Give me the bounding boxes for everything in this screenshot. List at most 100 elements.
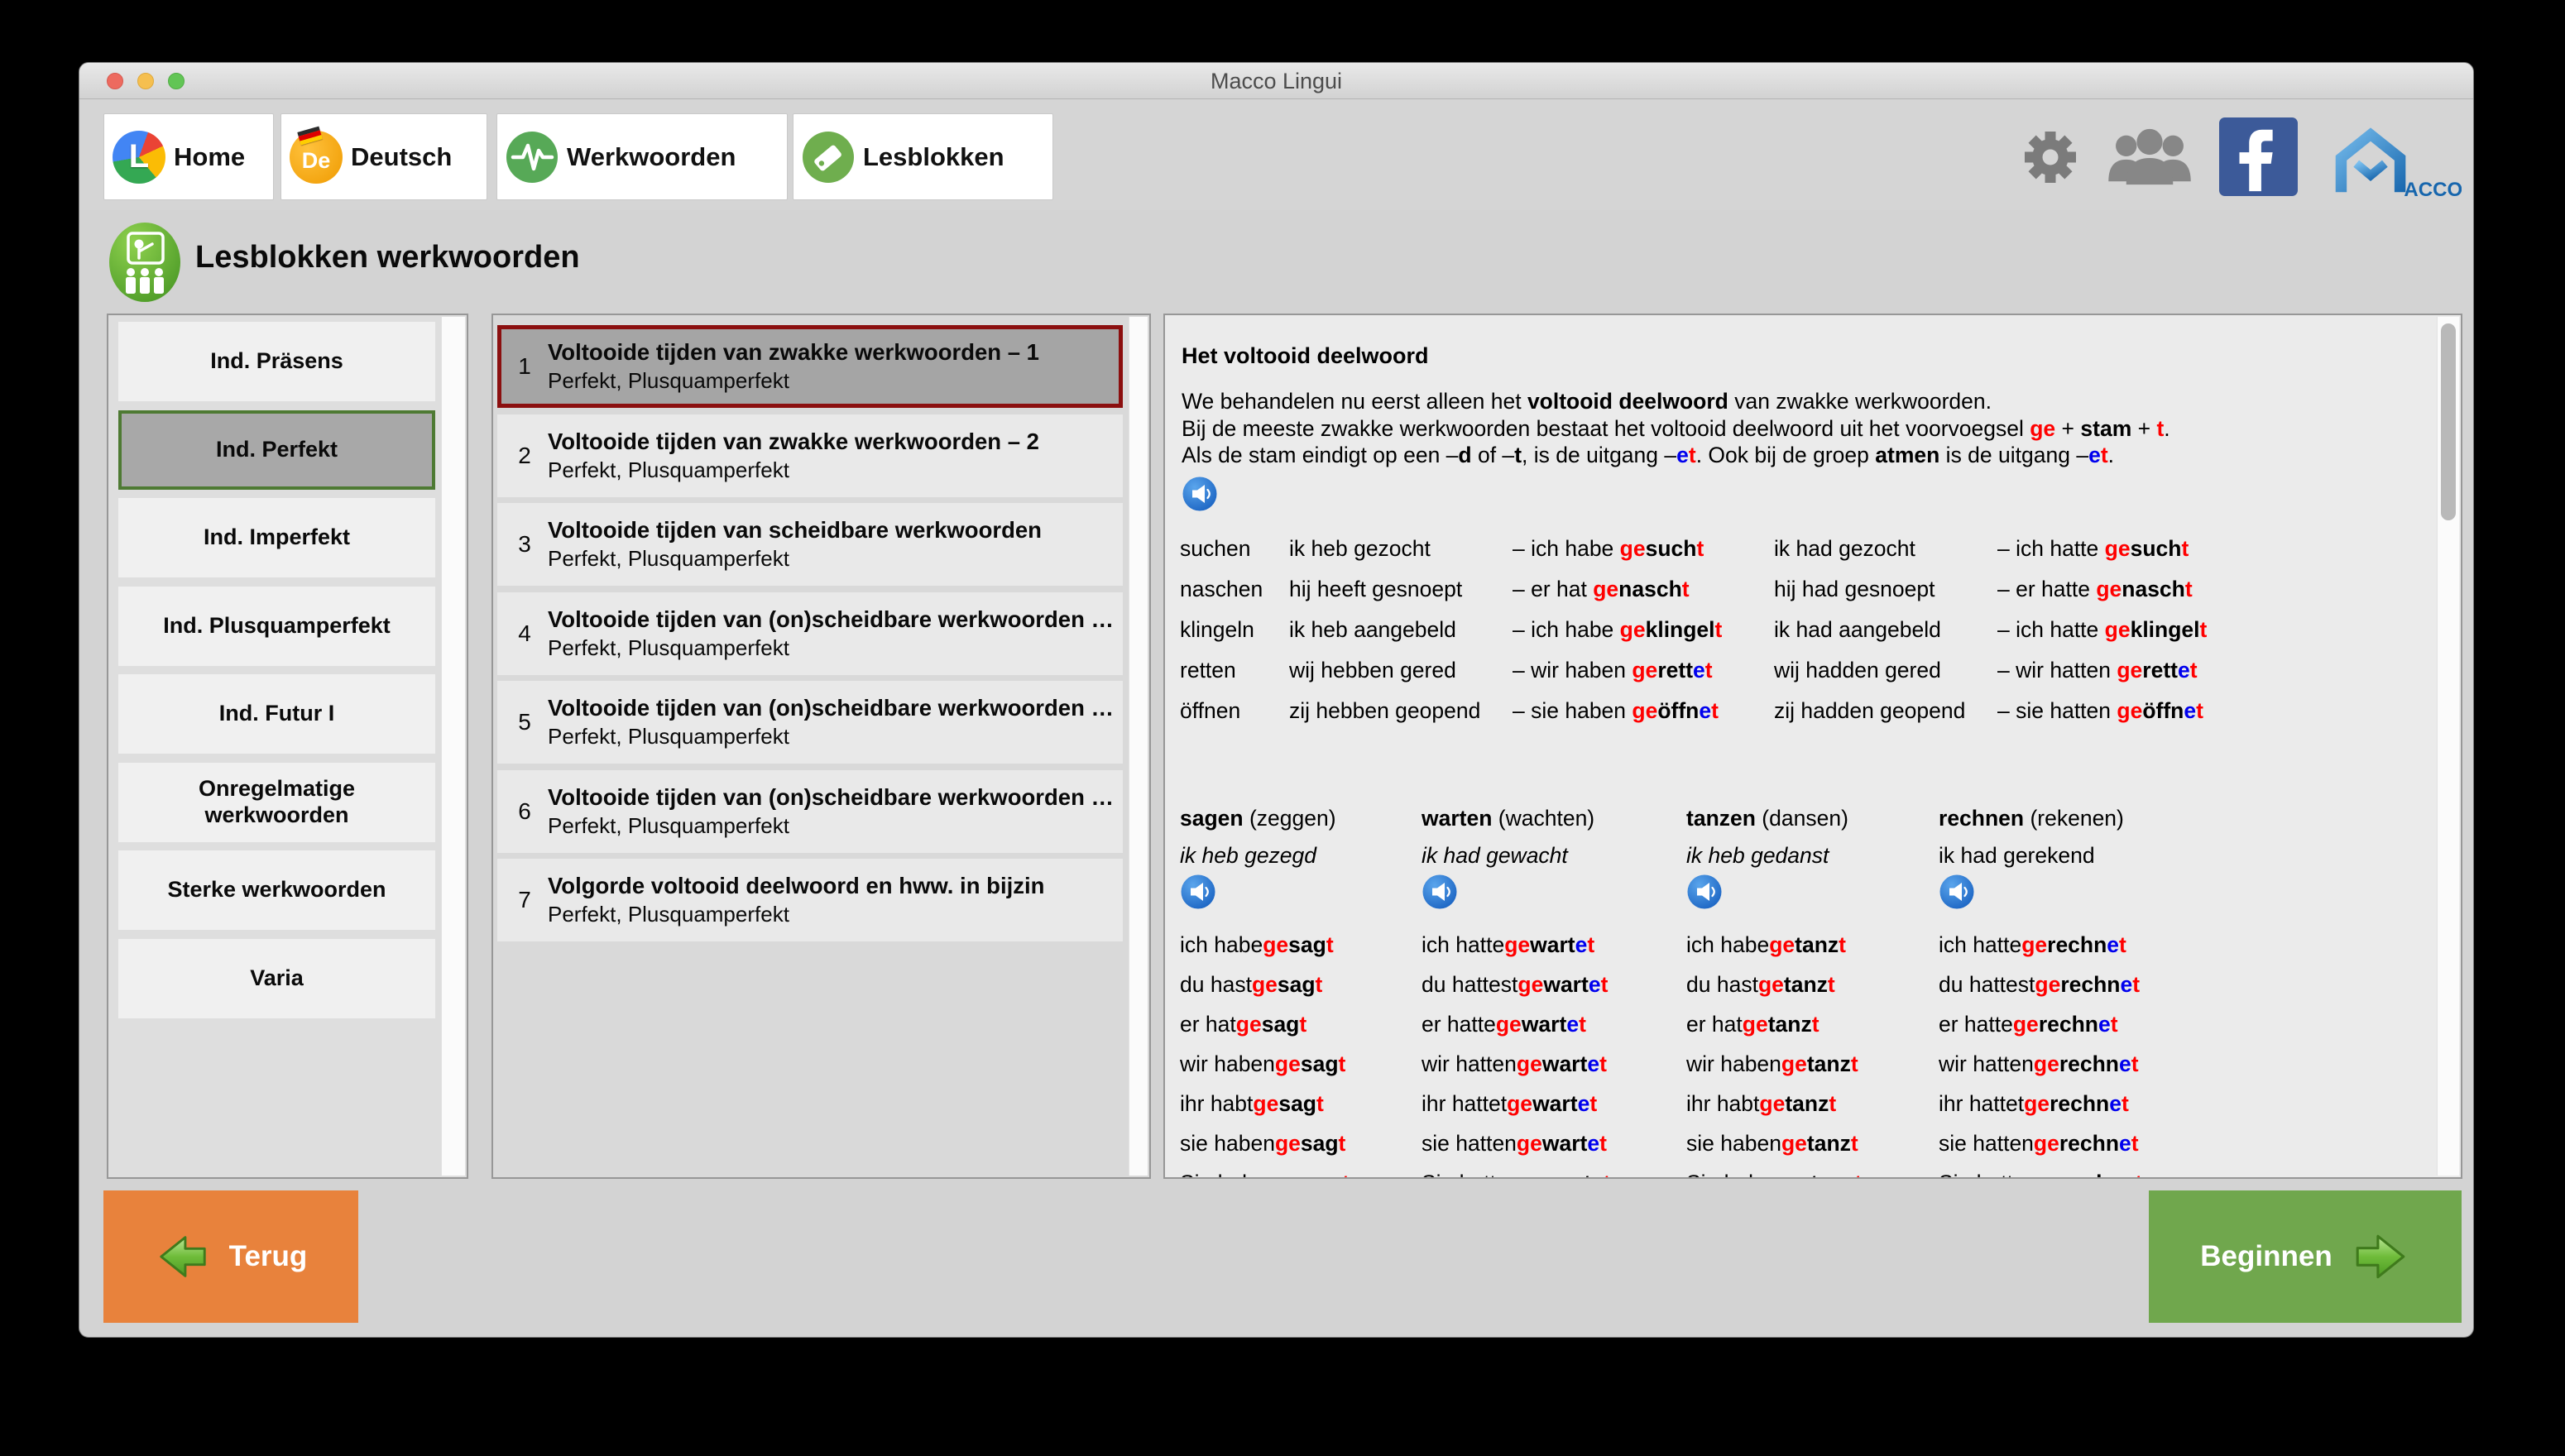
sidebar-item-label: Ind. Plusquamperfekt <box>163 613 391 639</box>
nav-button-label: Werkwoorden <box>567 142 736 172</box>
nav-button-lesblokken[interactable]: Lesblokken <box>793 113 1053 200</box>
german-flag-icon <box>297 126 322 145</box>
lesson-list-panel: 1 Voltooide tijden van zwakke werkwoorde… <box>491 314 1151 1179</box>
example-row: naschen hij heeft gesnoept – er hat gena… <box>1180 569 2436 610</box>
example-nl-perfect: ik heb aangebeld <box>1289 617 1513 643</box>
lesson-subtitle: Perfekt, Plusquamperfekt <box>548 635 1114 661</box>
toolbar: L Home De Deutsch Werkwoorden <box>79 99 2473 213</box>
lesson-item[interactable]: 6 Voltooide tijden van (on)scheidbare we… <box>497 770 1123 853</box>
lesson-item[interactable]: 4 Voltooide tijden van (on)scheidbare we… <box>497 592 1123 675</box>
sidebar-item-label: Onregelmatige werkwoorden <box>153 776 400 827</box>
sidebar-scrollbar[interactable] <box>441 317 465 1176</box>
lesson-subtitle: Perfekt, Plusquamperfekt <box>548 546 1042 572</box>
speaker-icon[interactable] <box>1182 476 1218 512</box>
sidebar-item[interactable]: Onregelmatige werkwoorden <box>118 763 435 842</box>
back-button[interactable]: Terug <box>103 1190 358 1323</box>
lesson-list-scrollbar[interactable] <box>1129 317 1148 1176</box>
conjugation-row: sie hatten gerechnet <box>1939 1123 2428 1163</box>
intro-line: We behandelen nu eerst alleen het voltoo… <box>1182 388 2170 415</box>
lesson-text: Voltooide tijden van zwakke werkwoorden … <box>548 339 1039 394</box>
example-de-pluperfect: – sie hatten geöffnet <box>1997 698 2436 724</box>
sidebar-item-label: Ind. Imperfekt <box>204 524 350 550</box>
conjugation-row: sie hatten gewartet <box>1422 1123 1686 1163</box>
content-scrollbar[interactable] <box>2437 317 2459 1176</box>
conjugation-row: er hat getanzt <box>1686 1004 1939 1044</box>
lesson-item[interactable]: 3 Voltooide tijden van scheidbare werkwo… <box>497 503 1123 586</box>
conjugation-row: ich hatte gerechnet <box>1939 925 2428 965</box>
paradigm-verb: sagen (zeggen) <box>1180 806 1336 831</box>
conjugation-row: Sie hatten gerechnet <box>1939 1163 2428 1179</box>
nav-button-werkwoorden[interactable]: Werkwoorden <box>496 113 788 200</box>
speaker-icon[interactable] <box>1422 874 1458 910</box>
conjugation-row: wir hatten gewartet <box>1422 1044 1686 1084</box>
lesson-item[interactable]: 1 Voltooide tijden van zwakke werkwoorde… <box>497 325 1123 408</box>
example-nl-pluperfect: ik had gezocht <box>1774 536 1997 562</box>
page-title: Lesblokken werkwoorden <box>195 240 580 275</box>
conjugation-row: ihr hattet gerechnet <box>1939 1084 2428 1123</box>
example-verb: naschen <box>1180 577 1289 602</box>
nav-button-home[interactable]: L Home <box>103 113 274 200</box>
example-nl-perfect: wij hebben gered <box>1289 658 1513 683</box>
example-nl-perfect: zij hebben geopend <box>1289 698 1513 724</box>
paradigm-rows: ich habe gesagtdu hast gesagter hat gesa… <box>1180 925 1422 1179</box>
lesson-text: Voltooide tijden van (on)scheidbare werk… <box>548 784 1114 839</box>
nav-button-deutsch[interactable]: De Deutsch <box>280 113 487 200</box>
sidebar-item[interactable]: Varia <box>118 939 435 1018</box>
lesson-number: 2 <box>501 443 548 469</box>
sidebar-item-label: Ind. Perfekt <box>216 437 338 462</box>
begin-button[interactable]: Beginnen <box>2149 1190 2462 1323</box>
lesson-number: 6 <box>501 798 548 825</box>
arrow-right-icon <box>2351 1228 2410 1285</box>
example-nl-pluperfect: ik had aangebeld <box>1774 617 1997 643</box>
example-verb: retten <box>1180 658 1289 683</box>
speaker-icon[interactable] <box>1686 874 1723 910</box>
example-de-pluperfect: – wir hatten gerettet <box>1997 658 2436 683</box>
speaker-icon[interactable] <box>1939 874 1975 910</box>
nav-button-label: Lesblokken <box>863 142 1004 172</box>
paradigm-rows: ich hatte gewartetdu hattest gewarteter … <box>1422 925 1686 1179</box>
paradigm-verb: tanzen (dansen) <box>1686 806 1848 831</box>
content-scrollbar-thumb[interactable] <box>2441 323 2456 520</box>
content-intro: We behandelen nu eerst alleen het voltoo… <box>1182 388 2170 469</box>
lesson-subtitle: Perfekt, Plusquamperfekt <box>548 813 1114 839</box>
facebook-icon[interactable] <box>2219 117 2298 196</box>
example-de-perfect: – er hat genascht <box>1513 577 1774 602</box>
paradigm-rows: ich hatte gerechnetdu hattest gerechnete… <box>1939 925 2428 1179</box>
tense-sidebar: Ind. Präsens Ind. Perfekt Ind. Imperfekt… <box>107 314 468 1179</box>
conjugation-row: er hatte gerechnet <box>1939 1004 2428 1044</box>
gear-icon[interactable] <box>2021 127 2080 187</box>
lesson-title: Voltooide tijden van (on)scheidbare werk… <box>548 606 1114 633</box>
conjugation-row: sie haben getanzt <box>1686 1123 1939 1163</box>
lesson-title: Volgorde voltooid deelwoord en hww. in b… <box>548 873 1044 899</box>
back-button-label: Terug <box>229 1240 308 1273</box>
example-nl-pluperfect: zij hadden geopend <box>1774 698 1997 724</box>
speaker-icon[interactable] <box>1180 874 1216 910</box>
sidebar-item[interactable]: Ind. Futur I <box>118 674 435 754</box>
sidebar-item[interactable]: Ind. Perfekt <box>118 410 435 490</box>
arrow-left-icon <box>155 1229 211 1284</box>
lesson-item[interactable]: 2 Voltooide tijden van zwakke werkwoorde… <box>497 414 1123 497</box>
lesson-item[interactable]: 7 Volgorde voltooid deelwoord en hww. in… <box>497 859 1123 941</box>
lesson-title: Voltooide tijden van zwakke werkwoorden … <box>548 429 1039 455</box>
titlebar: Macco Lingui <box>79 63 2473 99</box>
nav-button-label: Deutsch <box>351 142 452 172</box>
conjugation-row: ihr habt getanzt <box>1686 1084 1939 1123</box>
tag-icon <box>802 131 855 184</box>
macco-logo[interactable]: ACCO <box>2323 116 2462 199</box>
conjugation-row: du hast getanzt <box>1686 965 1939 1004</box>
users-icon[interactable] <box>2105 125 2194 189</box>
conjugation-row: wir haben getanzt <box>1686 1044 1939 1084</box>
sidebar-item[interactable]: Ind. Plusquamperfekt <box>118 587 435 666</box>
example-row: suchen ik heb gezocht – ich habe gesucht… <box>1180 529 2436 569</box>
paradigm-verb: warten (wachten) <box>1422 806 1594 831</box>
sidebar-item[interactable]: Ind. Präsens <box>118 322 435 401</box>
lesson-preview-panel: Het voltooid deelwoord We behandelen nu … <box>1163 314 2462 1179</box>
lesson-subtitle: Perfekt, Plusquamperfekt <box>548 368 1039 394</box>
lesson-text: Volgorde voltooid deelwoord en hww. in b… <box>548 873 1044 927</box>
sidebar-item[interactable]: Sterke werkwoorden <box>118 850 435 930</box>
conjugation-columns: sagen (zeggen) ik heb gezegd ich habe ge… <box>1180 799 2428 1179</box>
example-de-pluperfect: – ich hatte geklingelt <box>1997 617 2436 643</box>
lesson-item[interactable]: 5 Voltooide tijden van (on)scheidbare we… <box>497 681 1123 764</box>
sidebar-item[interactable]: Ind. Imperfekt <box>118 498 435 577</box>
example-table: suchen ik heb gezocht – ich habe gesucht… <box>1180 529 2436 731</box>
